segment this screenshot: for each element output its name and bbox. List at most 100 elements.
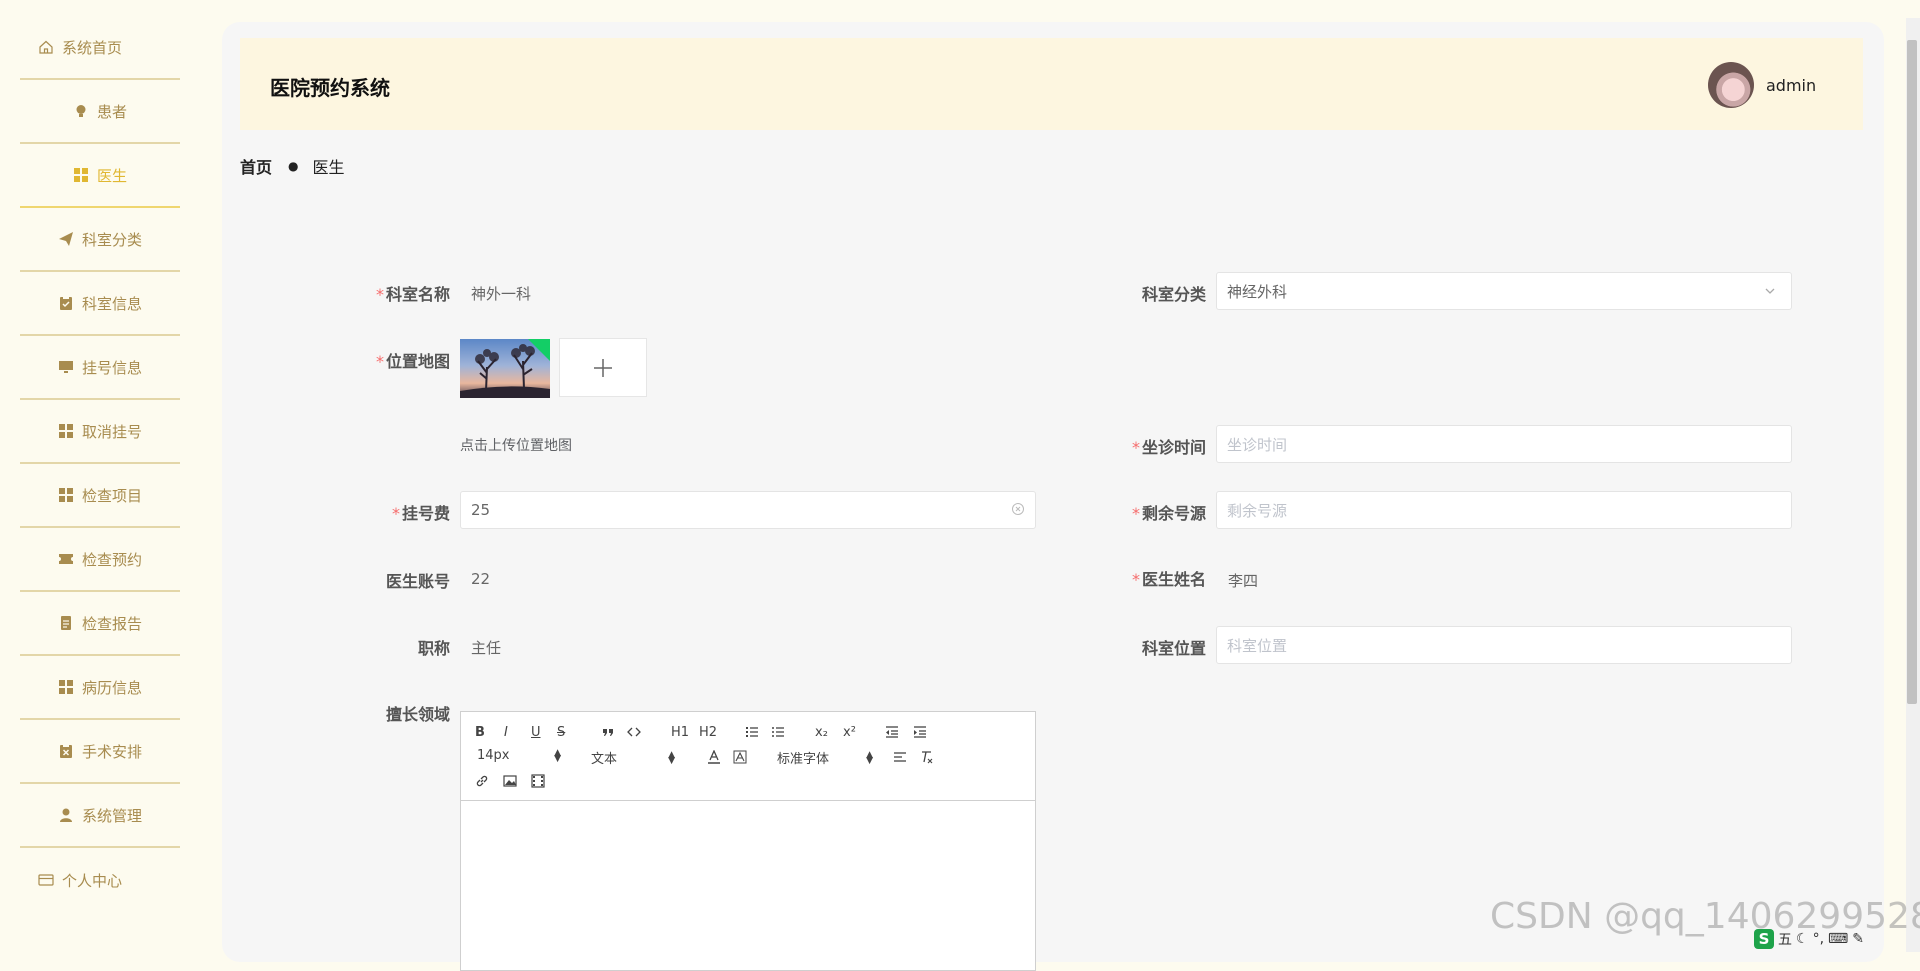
outdent-icon[interactable] — [885, 723, 899, 741]
link-icon[interactable] — [475, 772, 489, 790]
sidebar-item-label: 个人中心 — [62, 871, 123, 890]
moon-icon[interactable]: ☾ — [1796, 931, 1809, 947]
keyboard-icon[interactable]: ⌨ — [1828, 931, 1848, 947]
sidebar-item-surgery[interactable]: 手术安排 — [20, 720, 180, 784]
title-label: 职称 — [417, 639, 450, 658]
h2-button[interactable]: H2 — [699, 723, 717, 741]
bullet-list-icon[interactable] — [771, 723, 785, 741]
font-size-select[interactable]: 14px ▲ ▼ — [477, 748, 561, 763]
upload-add-button[interactable] — [559, 338, 647, 397]
dept-name-value: 神外一科 — [471, 285, 532, 303]
video-icon[interactable] — [531, 772, 545, 790]
bold-button[interactable]: B — [475, 723, 485, 741]
top-header: 医院预约系统 admin — [240, 38, 1863, 130]
subscript-button[interactable]: x₂ — [815, 723, 828, 741]
sidebar: 系统首页 患者 医生 科室分类 科室信息 挂号信息 取消挂号 检查项目 检查预约… — [0, 0, 200, 952]
background-color-icon[interactable] — [733, 748, 747, 766]
clinic-time-input[interactable]: 坐诊时间 — [1216, 425, 1792, 463]
sidebar-item-label: 取消挂号 — [81, 422, 142, 441]
code-icon[interactable] — [627, 723, 641, 741]
dept-location-label: 科室位置 — [1141, 639, 1206, 658]
updown-icon: ▲ ▼ — [668, 749, 675, 766]
sidebar-item-exam-items[interactable]: 检查项目 — [20, 464, 180, 528]
ordered-list-icon[interactable] — [745, 723, 759, 741]
punctuation-icon[interactable]: °, — [1813, 931, 1824, 947]
font-color-icon[interactable] — [707, 748, 721, 766]
page-scrollbar[interactable] — [1906, 18, 1920, 952]
clipboard-icon — [58, 295, 74, 311]
indent-icon[interactable] — [913, 723, 927, 741]
bulb-icon — [73, 103, 89, 119]
quote-icon[interactable] — [601, 723, 615, 741]
sidebar-item-label: 挂号信息 — [81, 358, 142, 377]
editor-content-area[interactable] — [461, 801, 1035, 969]
updown-icon: ▲ ▼ — [554, 747, 561, 764]
sidebar-item-label: 系统首页 — [62, 38, 123, 57]
breadcrumb: 首页 ● 医生 — [240, 154, 345, 178]
sidebar-item-label: 检查报告 — [81, 614, 142, 633]
paragraph-select[interactable]: 文本 ▲ ▼ — [591, 748, 675, 767]
clinic-time-label: * 坐诊时间 — [1131, 438, 1206, 457]
system-tray: S 五 ☾ °, ⌨ ✎ — [1754, 928, 1920, 950]
upload-success-corner — [528, 339, 550, 361]
grid-icon — [58, 423, 74, 439]
fee-label: * 挂号费 — [391, 504, 450, 523]
clear-format-icon[interactable] — [919, 748, 933, 766]
fee-input[interactable]: 25 — [460, 491, 1036, 529]
grid-icon — [58, 487, 74, 503]
sidebar-item-home[interactable]: 系统首页 — [20, 16, 180, 80]
clear-icon[interactable] — [1011, 502, 1025, 520]
sidebar-item-cancel-registration[interactable]: 取消挂号 — [20, 400, 180, 464]
editor-toolbar: B I U S H1 H2 x₂ x² 14px ▲ ▼ 文本 ▲ ▼ 标准字体… — [461, 712, 1035, 801]
sidebar-item-patient[interactable]: 患者 — [20, 80, 180, 144]
card-icon — [38, 872, 54, 888]
doctor-name-label: * 医生姓名 — [1131, 570, 1206, 589]
app-title: 医院预约系统 — [270, 76, 390, 100]
plus-icon — [594, 358, 612, 377]
align-left-icon[interactable] — [893, 748, 907, 766]
font-family-select[interactable]: 标准字体 ▲ ▼ — [777, 748, 873, 767]
sidebar-item-dept-info[interactable]: 科室信息 — [20, 272, 180, 336]
sidebar-item-doctor[interactable]: 医生 — [20, 144, 180, 208]
breadcrumb-home[interactable]: 首页 — [240, 154, 272, 178]
sidebar-item-label: 科室分类 — [81, 230, 142, 249]
uploaded-map-thumbnail[interactable] — [460, 339, 550, 398]
sidebar-item-registration[interactable]: 挂号信息 — [20, 336, 180, 400]
sidebar-item-exam-report[interactable]: 检查报告 — [20, 592, 180, 656]
scrollbar-thumb[interactable] — [1907, 40, 1917, 704]
home-icon — [38, 39, 54, 55]
image-icon[interactable] — [503, 772, 517, 790]
sidebar-item-exam-booking[interactable]: 检查预约 — [20, 528, 180, 592]
report-icon — [58, 615, 74, 631]
sidebar-item-label: 系统管理 — [81, 806, 142, 825]
sidebar-item-profile[interactable]: 个人中心 — [20, 848, 180, 912]
title-value: 主任 — [471, 639, 502, 657]
specialty-label: 擅长领域 — [385, 705, 450, 724]
dept-category-select[interactable]: 神经外科 — [1216, 272, 1792, 310]
rich-text-editor[interactable]: B I U S H1 H2 x₂ x² 14px ▲ ▼ 文本 ▲ ▼ 标准字体… — [460, 711, 1036, 971]
sidebar-item-system-admin[interactable]: 系统管理 — [20, 784, 180, 848]
h1-button[interactable]: H1 — [671, 723, 689, 741]
avatar[interactable] — [1708, 62, 1754, 108]
wrench-icon[interactable]: ✎ — [1852, 931, 1864, 947]
dept-location-input[interactable]: 科室位置 — [1216, 626, 1792, 664]
doctor-account-value: 22 — [471, 570, 491, 588]
sidebar-item-label: 检查预约 — [81, 550, 142, 569]
location-map-label: * 位置地图 — [375, 352, 450, 371]
doctor-name-value: 李四 — [1228, 572, 1259, 590]
sidebar-item-medical-records[interactable]: 病历信息 — [20, 656, 180, 720]
username[interactable]: admin — [1766, 76, 1816, 95]
sidebar-item-dept-category[interactable]: 科室分类 — [20, 208, 180, 272]
remaining-input[interactable]: 剩余号源 — [1216, 491, 1792, 529]
superscript-button[interactable]: x² — [843, 723, 856, 741]
updown-icon: ▲ ▼ — [866, 749, 873, 766]
grid-icon — [73, 167, 89, 183]
send-icon — [58, 231, 74, 247]
sidebar-item-label: 医生 — [96, 166, 127, 185]
italic-button[interactable]: I — [504, 723, 508, 741]
ime-logo-icon[interactable]: S — [1754, 929, 1774, 949]
remaining-label: * 剩余号源 — [1131, 504, 1206, 523]
ime-mode-label[interactable]: 五 — [1778, 929, 1792, 949]
underline-button[interactable]: U — [531, 723, 541, 741]
strike-button[interactable]: S — [557, 723, 565, 741]
